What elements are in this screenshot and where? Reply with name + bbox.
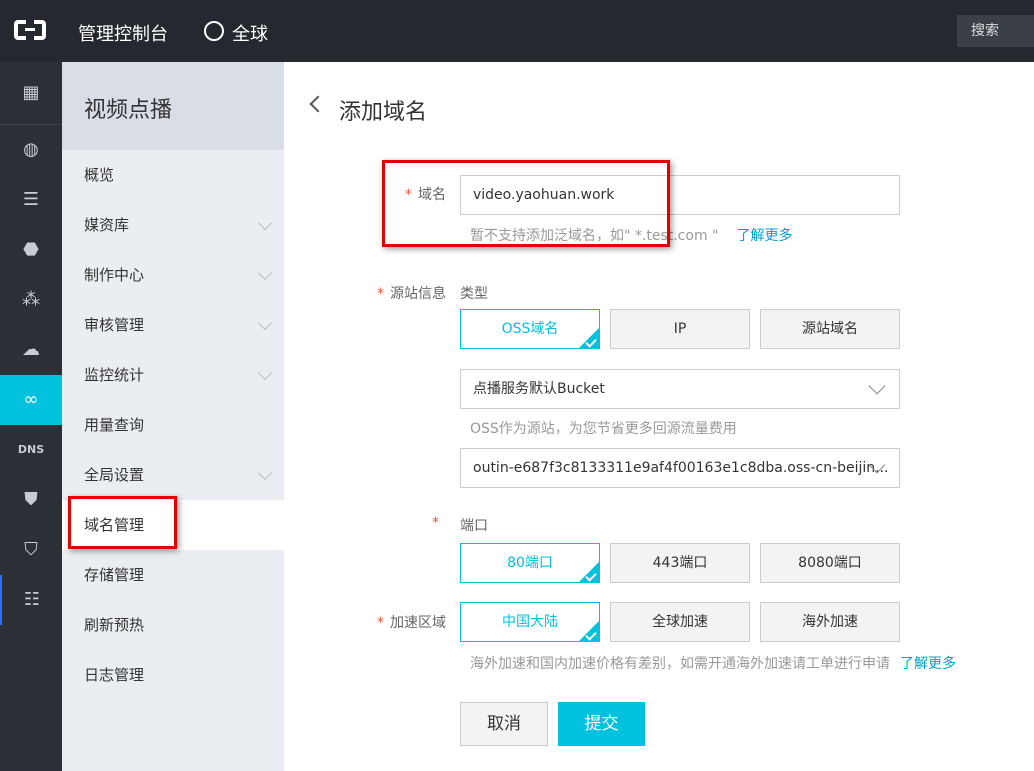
chevron-down-icon [868, 377, 886, 395]
globe-icon[interactable]: ◍ [0, 125, 62, 175]
globe-icon[interactable] [204, 21, 224, 41]
learn-more-link[interactable]: 了解更多 [736, 228, 792, 244]
submit-button[interactable]: 提交 [558, 702, 645, 746]
region-overseas[interactable]: 海外加速 [760, 602, 900, 642]
chevron-down-icon [257, 315, 273, 331]
cloud-upload-icon[interactable]: ☁ [0, 325, 62, 375]
security-monitor-icon[interactable]: ⛉ [0, 525, 62, 575]
chevron-down-icon [257, 265, 273, 281]
apps-grid-icon[interactable]: ▦ [0, 68, 62, 118]
sidebar-item-label: 存储管理 [84, 566, 145, 584]
console-title[interactable]: 管理控制台 [78, 20, 168, 46]
type-label: 类型 [460, 286, 488, 302]
video-on-demand-icon[interactable]: ∞ [0, 375, 62, 425]
sidebar-item-production[interactable]: 制作中心 [62, 250, 284, 300]
origin-label: * 源站信息 [377, 286, 446, 302]
origin-type-ip[interactable]: IP [610, 309, 750, 349]
sidebar-item-label: 审核管理 [84, 316, 145, 334]
highlight-box [68, 496, 177, 549]
highlight-box [382, 160, 670, 247]
sidebar-title: 视频点播 [62, 62, 284, 150]
port-label: 端口 [460, 518, 488, 534]
sidebar-item-overview[interactable]: 概览 [62, 150, 284, 200]
sidebar-item-label: 概览 [84, 166, 115, 184]
page-title: 添加域名 [339, 100, 428, 125]
sidebar: 视频点播 概览 媒资库 制作中心 审核管理 监控统计 用量查询 全局设置 域名管… [62, 62, 284, 771]
sidebar-item-label: 日志管理 [84, 666, 145, 684]
sidebar-item-media-library[interactable]: 媒资库 [62, 200, 284, 250]
port-required-star: * [432, 515, 439, 531]
region-selector[interactable]: 全球 [232, 20, 268, 46]
search-input[interactable]: 搜索 [957, 15, 1034, 47]
port-8080[interactable]: 8080端口 [760, 543, 900, 583]
sidebar-item-label: 监控统计 [84, 366, 145, 384]
sidebar-item-storage[interactable]: 存储管理 [62, 550, 284, 600]
database-icon[interactable]: ⬣ [0, 225, 62, 275]
sidebar-item-label: 媒资库 [84, 216, 130, 234]
dns-icon[interactable]: DNS [0, 425, 62, 475]
storage-cloud-icon[interactable]: ☷ [0, 575, 62, 625]
aliyun-logo-icon[interactable] [14, 19, 46, 41]
cancel-button[interactable]: 取消 [460, 702, 548, 746]
learn-more-link[interactable]: 了解更多 [900, 656, 956, 672]
server-icon[interactable]: ☰ [0, 175, 62, 225]
back-arrow-icon[interactable] [309, 95, 327, 113]
bucket-domain-select[interactable]: outin-e687f3c8133311e9af4f00163e1c8dba.o… [460, 448, 900, 488]
region-mainland[interactable]: 中国大陆 [460, 602, 600, 642]
product-rail: ▦ ◍ ☰ ⬣ ⁂ ☁ ∞ DNS ⛊ ⛉ ☷ [0, 62, 62, 771]
origin-type-oss[interactable]: OSS域名 [460, 309, 600, 349]
port-443[interactable]: 443端口 [610, 543, 750, 583]
sidebar-item-usage[interactable]: 用量查询 [62, 400, 284, 450]
check-icon [585, 336, 597, 348]
region-hint: 海外加速和国内加速价格有差别，如需开通海外加速请工单进行申请 了解更多 [470, 656, 956, 672]
port-80[interactable]: 80端口 [460, 543, 600, 583]
sidebar-item-review[interactable]: 审核管理 [62, 300, 284, 350]
sidebar-item-monitoring[interactable]: 监控统计 [62, 350, 284, 400]
sidebar-item-label: 制作中心 [84, 266, 145, 284]
bucket-select[interactable]: 点播服务默认Bucket [460, 369, 900, 409]
main-content: 添加域名 * 域名 video.yaohuan.work 暂不支持添加泛域名，如"… [284, 62, 1034, 771]
region-label: * 加速区域 [377, 615, 446, 631]
region-global[interactable]: 全球加速 [610, 602, 750, 642]
chevron-down-icon [257, 215, 273, 231]
sidebar-item-logs[interactable]: 日志管理 [62, 650, 284, 700]
sidebar-item-label: 用量查询 [84, 416, 145, 434]
sidebar-item-label: 全局设置 [84, 466, 145, 484]
network-icon[interactable]: ⁂ [0, 275, 62, 325]
sidebar-item-label: 刷新预热 [84, 616, 145, 634]
chevron-down-icon [257, 465, 273, 481]
top-bar: 管理控制台 全球 搜索 [0, 0, 1034, 62]
sidebar-item-global-settings[interactable]: 全局设置 [62, 450, 284, 500]
sidebar-item-refresh[interactable]: 刷新预热 [62, 600, 284, 650]
oss-hint: OSS作为源站，为您节省更多回源流量费用 [470, 421, 737, 437]
check-icon [585, 629, 597, 641]
chevron-down-icon [257, 365, 273, 381]
check-icon [585, 570, 597, 582]
shield-icon[interactable]: ⛊ [0, 475, 62, 525]
origin-type-domain[interactable]: 源站域名 [760, 309, 900, 349]
